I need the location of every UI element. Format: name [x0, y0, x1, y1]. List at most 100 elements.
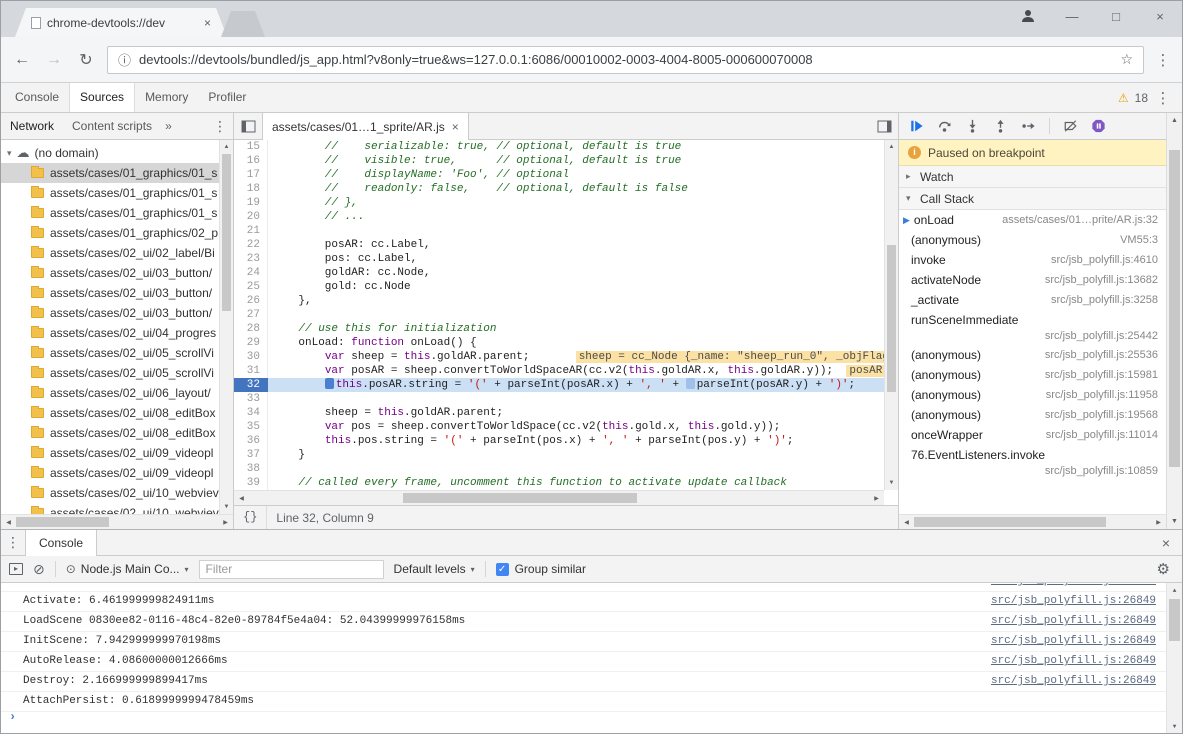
close-window-button[interactable]: ×: [1138, 9, 1182, 24]
minimize-button[interactable]: —: [1050, 9, 1094, 24]
file-tree-item[interactable]: assets/cases/02_ui/02_label/Bi: [1, 243, 233, 263]
line-number[interactable]: 37: [234, 448, 268, 462]
pause-on-exceptions-button[interactable]: [1091, 119, 1106, 133]
group-similar-toggle[interactable]: ✓ Group similar: [496, 562, 586, 576]
tab-close-icon[interactable]: ×: [204, 16, 211, 30]
devtools-menu-icon[interactable]: ⋮: [1154, 89, 1172, 107]
tab-profiler-panel[interactable]: Profiler: [198, 83, 256, 112]
file-tree-item[interactable]: assets/cases/02_ui/05_scrollVi: [1, 343, 233, 363]
line-number[interactable]: 33: [234, 392, 268, 406]
call-stack-frame[interactable]: runSceneImmediatesrc/jsb_polyfill.js:254…: [899, 310, 1166, 345]
call-stack-section-header[interactable]: ▾ Call Stack: [899, 188, 1166, 210]
line-number[interactable]: 25: [234, 280, 268, 294]
log-levels-selector[interactable]: Default levels ▾: [394, 562, 475, 576]
line-number[interactable]: 20: [234, 210, 268, 224]
console-source-link[interactable]: src/jsb_polyfill.js:26849: [991, 674, 1156, 689]
execution-context-selector[interactable]: ⊙ Node.js Main Co... ▾: [66, 562, 189, 576]
file-tree-item[interactable]: assets/cases/02_ui/04_progres: [1, 323, 233, 343]
tree-domain-row[interactable]: ▾ ☁ (no domain): [1, 143, 233, 163]
editor-vertical-scrollbar[interactable]: ▲ ▼: [884, 140, 898, 490]
line-number[interactable]: 34: [234, 406, 268, 420]
call-stack-frame[interactable]: _activatesrc/jsb_polyfill.js:3258: [899, 290, 1166, 310]
page-info-icon[interactable]: ⓘ: [118, 50, 131, 69]
line-number[interactable]: 23: [234, 252, 268, 266]
line-number[interactable]: 18: [234, 182, 268, 196]
tab-sources-panel[interactable]: Sources: [69, 83, 135, 112]
call-stack-frame[interactable]: ▶onLoadassets/cases/01…prite/AR.js:32: [899, 210, 1166, 230]
navigator-vertical-scrollbar[interactable]: ▲ ▼: [219, 140, 233, 514]
file-tree-item[interactable]: assets/cases/02_ui/10_webviev: [1, 483, 233, 503]
line-number[interactable]: 39: [234, 476, 268, 490]
pretty-print-button[interactable]: {}: [234, 506, 267, 529]
file-tree-item[interactable]: assets/cases/01_graphics/01_s: [1, 203, 233, 223]
file-tree-item[interactable]: assets/cases/02_ui/08_editBox: [1, 403, 233, 423]
line-number[interactable]: 22: [234, 238, 268, 252]
call-stack-frame[interactable]: activateNodesrc/jsb_polyfill.js:13682: [899, 270, 1166, 290]
call-stack-frame[interactable]: invokesrc/jsb_polyfill.js:4610: [899, 250, 1166, 270]
reload-icon[interactable]: ↻: [75, 50, 97, 70]
console-filter-input[interactable]: [199, 560, 384, 579]
console-source-link[interactable]: src/jsb_polyfill.js:26849: [991, 594, 1156, 609]
file-tree-item[interactable]: assets/cases/02_ui/06_layout/: [1, 383, 233, 403]
drawer-tab-console[interactable]: Console: [25, 530, 97, 556]
console-source-link[interactable]: src/jsb_polyfill.js:26849: [991, 654, 1156, 669]
line-number[interactable]: 19: [234, 196, 268, 210]
line-number[interactable]: 24: [234, 266, 268, 280]
step-into-button[interactable]: [965, 119, 980, 133]
call-stack-frame[interactable]: 76.EventListeners.invokesrc/jsb_polyfill…: [899, 445, 1166, 480]
file-tree-item[interactable]: assets/cases/02_ui/09_videopl: [1, 463, 233, 483]
file-tree-item[interactable]: assets/cases/02_ui/03_button/: [1, 263, 233, 283]
debugger-horizontal-scrollbar[interactable]: ◀ ▶: [899, 514, 1166, 529]
tab-console-panel[interactable]: Console: [5, 83, 69, 112]
console-prompt[interactable]: ›: [1, 708, 1166, 727]
console-source-link[interactable]: src/jsb_polyfill.js:26849: [991, 583, 1156, 589]
tab-network[interactable]: Network: [1, 119, 63, 133]
main-vertical-scrollbar[interactable]: ▲ ▼: [1166, 113, 1182, 529]
file-tree-item[interactable]: assets/cases/02_ui/08_editBox: [1, 423, 233, 443]
file-tree-item[interactable]: assets/cases/02_ui/03_button/: [1, 303, 233, 323]
new-tab-button[interactable]: [221, 11, 265, 37]
line-number[interactable]: 21: [234, 224, 268, 238]
call-stack-frame[interactable]: (anonymous)src/jsb_polyfill.js:25536: [899, 345, 1166, 365]
browser-tab[interactable]: chrome-devtools://dev ×: [15, 8, 227, 37]
line-number[interactable]: 27: [234, 308, 268, 322]
tab-memory-panel[interactable]: Memory: [135, 83, 198, 112]
console-sidebar-icon[interactable]: ▸: [9, 563, 23, 575]
line-number[interactable]: 38: [234, 462, 268, 476]
file-tree-item[interactable]: assets/cases/02_ui/10_webviev: [1, 503, 233, 514]
deactivate-breakpoints-button[interactable]: [1063, 119, 1078, 133]
line-number[interactable]: 29: [234, 336, 268, 350]
checkbox-checked-icon[interactable]: ✓: [496, 563, 509, 576]
url-text[interactable]: devtools://devtools/bundled/js_app.html?…: [139, 52, 1112, 67]
bookmark-star-icon[interactable]: ☆: [1120, 51, 1133, 68]
editor-horizontal-scrollbar[interactable]: ◀ ▶: [234, 490, 884, 505]
call-stack-frame[interactable]: onceWrappersrc/jsb_polyfill.js:11014: [899, 425, 1166, 445]
line-number[interactable]: 36: [234, 434, 268, 448]
clear-console-icon[interactable]: ⊘: [33, 561, 45, 578]
navigator-horizontal-scrollbar[interactable]: ◀ ▶: [1, 514, 233, 529]
file-tab-close-icon[interactable]: ×: [452, 120, 459, 134]
editor-file-tab[interactable]: assets/cases/01…1_sprite/AR.js ×: [262, 113, 469, 140]
tab-content-scripts[interactable]: Content scripts: [63, 119, 161, 133]
line-number[interactable]: 31: [234, 364, 268, 378]
line-number[interactable]: 30: [234, 350, 268, 364]
toggle-navigator-icon[interactable]: [234, 113, 262, 139]
line-number[interactable]: 28: [234, 322, 268, 336]
drawer-close-icon[interactable]: ×: [1150, 530, 1182, 555]
step-out-button[interactable]: [993, 119, 1008, 133]
file-tree-item[interactable]: assets/cases/02_ui/03_button/: [1, 283, 233, 303]
warning-icon[interactable]: ⚠: [1118, 91, 1129, 105]
line-number[interactable]: 32: [234, 378, 268, 392]
line-number[interactable]: 35: [234, 420, 268, 434]
step-over-button[interactable]: [937, 119, 952, 133]
file-tree-item[interactable]: assets/cases/01_graphics/01_s: [1, 163, 233, 183]
watch-section-header[interactable]: ▸ Watch: [899, 166, 1166, 188]
call-stack-frame[interactable]: (anonymous)VM55:3: [899, 230, 1166, 250]
profile-avatar-icon[interactable]: [1006, 8, 1050, 24]
navigator-menu-icon[interactable]: ⋮: [207, 118, 233, 135]
forward-icon[interactable]: →: [43, 51, 65, 69]
code-editor[interactable]: 15 // serializable: true, // optional, d…: [234, 140, 898, 505]
call-stack-frame[interactable]: (anonymous)src/jsb_polyfill.js:19568: [899, 405, 1166, 425]
omnibox[interactable]: ⓘ devtools://devtools/bundled/js_app.htm…: [107, 46, 1144, 74]
call-stack-frame[interactable]: (anonymous)src/jsb_polyfill.js:15981: [899, 365, 1166, 385]
